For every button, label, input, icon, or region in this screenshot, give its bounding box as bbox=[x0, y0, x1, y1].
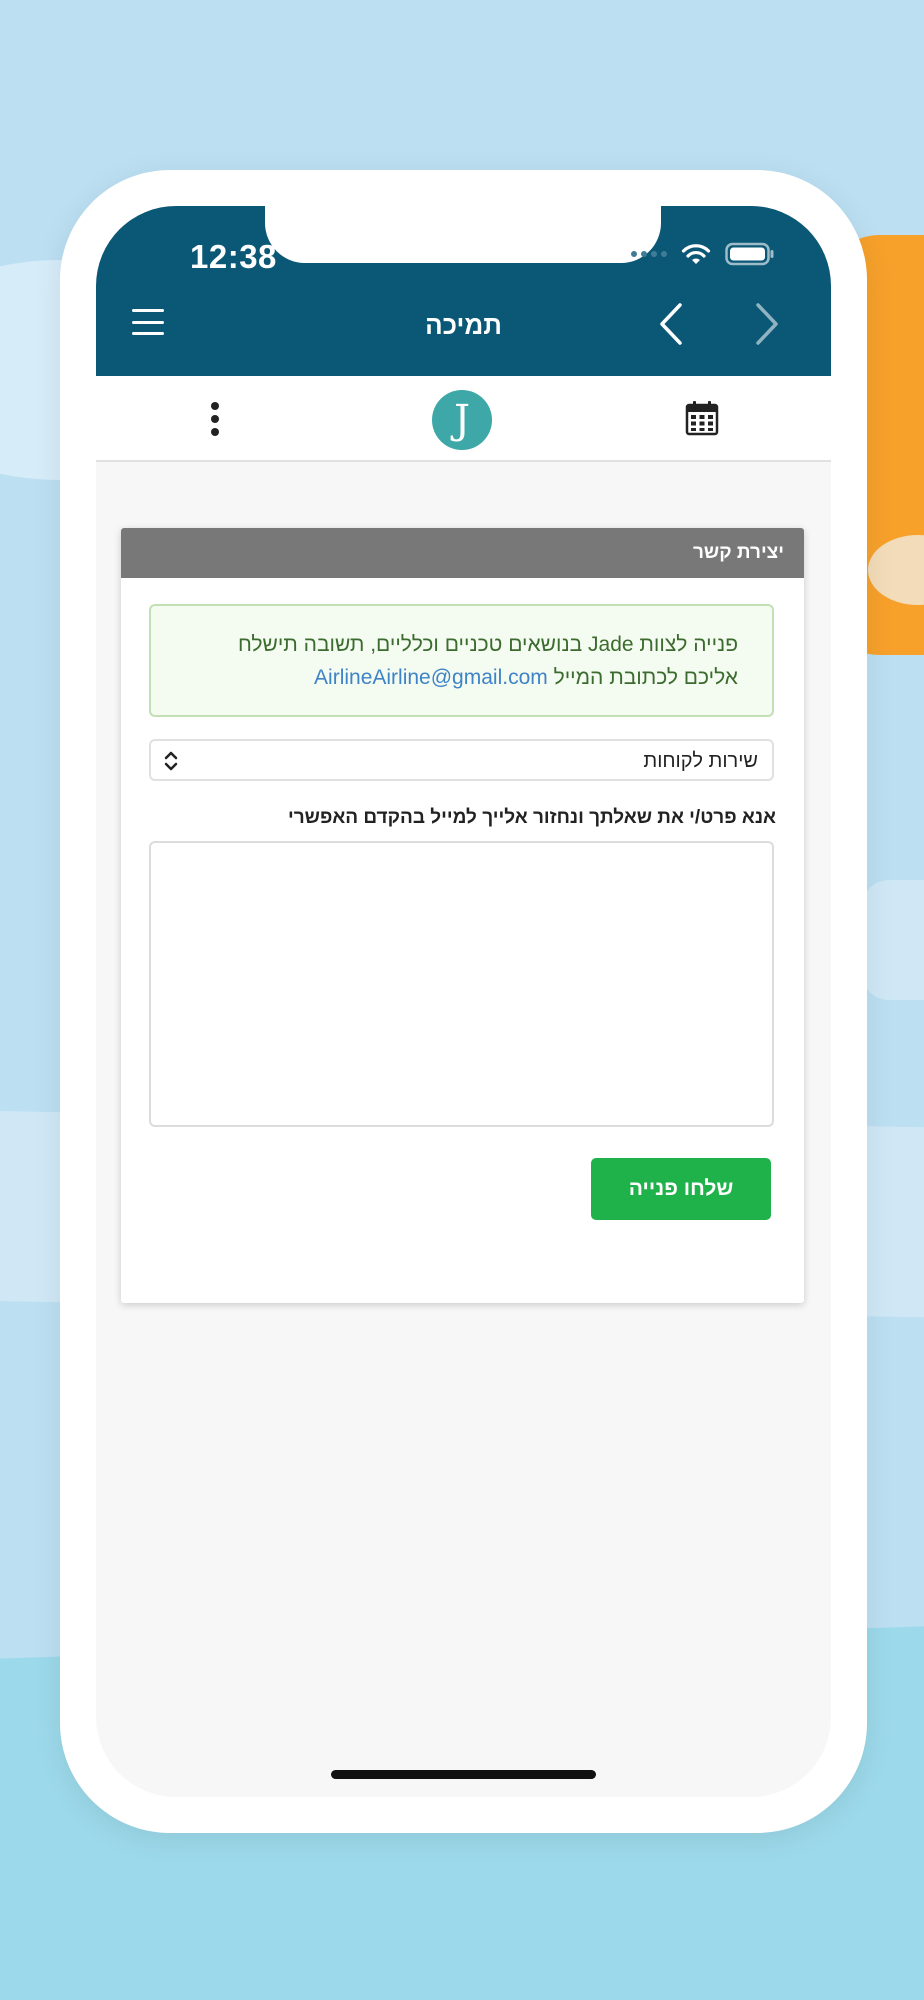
cellular-signal-icon bbox=[631, 251, 667, 257]
toolbar: J bbox=[96, 376, 831, 462]
status-icons bbox=[631, 242, 775, 266]
topic-select-value: שירות לקוחות bbox=[643, 750, 758, 772]
phone-screen: 12:38 תמיכה J יצירת קשר פנייה לצוות Jade… bbox=[96, 206, 831, 1797]
wifi-icon bbox=[681, 244, 711, 264]
phone-frame: 12:38 תמיכה J יצירת קשר פנייה לצוות Jade… bbox=[60, 170, 867, 1833]
alert-line-2-prefix: אליכם לכתובת המייל bbox=[553, 666, 738, 689]
home-indicator bbox=[331, 1770, 596, 1779]
contact-card: יצירת קשר פנייה לצוות Jade בנושאים טכניי… bbox=[121, 528, 804, 1303]
card-header: יצירת קשר bbox=[121, 528, 804, 578]
notch bbox=[265, 206, 661, 263]
info-alert: פנייה לצוות Jade בנושאים טכניים וכלליים,… bbox=[149, 604, 774, 717]
back-chevron-icon[interactable] bbox=[656, 301, 686, 347]
app-logo: J bbox=[432, 390, 492, 450]
message-label: אנא פרט/י את שאלתך ונחזור אלייך למייל בה… bbox=[287, 807, 776, 828]
calendar-icon[interactable] bbox=[685, 400, 719, 436]
alert-line-2: אליכם לכתובת המייל AirlineAirline@gmail.… bbox=[185, 661, 738, 694]
background-cloud-band-right bbox=[860, 880, 924, 1000]
status-time: 12:38 bbox=[190, 238, 277, 275]
select-arrows-icon bbox=[164, 751, 178, 771]
alert-line-1: פנייה לצוות Jade בנושאים טכניים וכלליים,… bbox=[237, 633, 738, 656]
message-textarea[interactable] bbox=[149, 841, 774, 1127]
page-title: תמיכה bbox=[425, 310, 502, 340]
topic-select[interactable]: שירות לקוחות bbox=[149, 739, 774, 781]
status-bar: 12:38 תמיכה bbox=[96, 206, 831, 376]
send-inquiry-button[interactable]: שלחו פנייה bbox=[591, 1158, 771, 1220]
card-body: פנייה לצוות Jade בנושאים טכניים וכלליים,… bbox=[121, 578, 804, 1153]
more-options-icon[interactable] bbox=[211, 402, 219, 436]
support-email-link[interactable]: AirlineAirline@gmail.com bbox=[314, 666, 548, 689]
battery-icon bbox=[725, 242, 774, 266]
forward-chevron-icon[interactable] bbox=[752, 301, 782, 347]
nav-bar: תמיכה bbox=[96, 276, 831, 376]
